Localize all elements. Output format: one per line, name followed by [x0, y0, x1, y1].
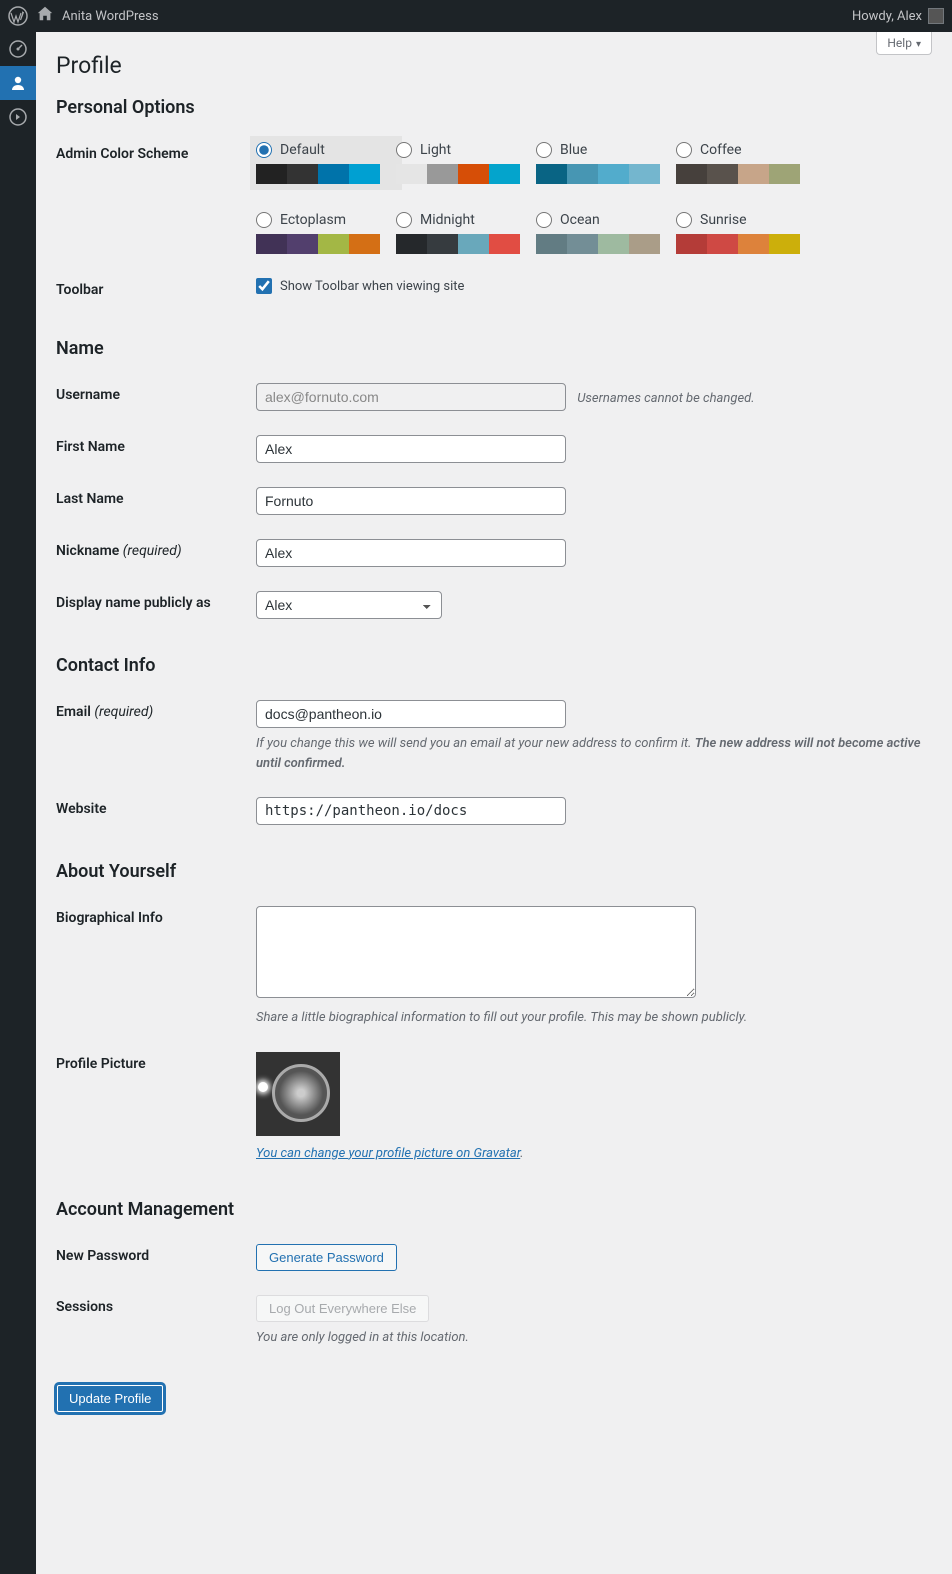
toolbar-checkbox[interactable]	[256, 278, 272, 294]
label-admin-color-scheme: Admin Color Scheme	[56, 130, 256, 266]
lastname-input[interactable]	[256, 487, 566, 515]
label-firstname: First Name	[56, 423, 256, 475]
help-label: Help	[887, 36, 912, 50]
displayname-select[interactable]: Alex	[256, 591, 442, 619]
color-scheme-label: Ocean	[560, 212, 600, 228]
color-swatch	[536, 234, 660, 254]
color-scheme-radio[interactable]	[396, 212, 412, 228]
section-personal-options: Personal Options	[56, 97, 932, 118]
color-swatch	[676, 234, 800, 254]
page-title: Profile	[56, 52, 932, 79]
label-username: Username	[56, 371, 256, 423]
color-scheme-ocean[interactable]: Ocean	[536, 212, 676, 254]
section-contact-info: Contact Info	[56, 655, 932, 676]
color-scheme-label: Light	[420, 142, 451, 158]
bio-textarea[interactable]	[256, 906, 696, 998]
label-displayname: Display name publicly as	[56, 579, 256, 631]
label-website: Website	[56, 785, 256, 837]
color-swatch	[256, 164, 380, 184]
color-scheme-ectoplasm[interactable]: Ectoplasm	[256, 212, 396, 254]
color-scheme-label: Sunrise	[700, 212, 747, 228]
color-scheme-label: Midnight	[420, 212, 475, 228]
color-scheme-label: Blue	[560, 142, 587, 158]
menu-users[interactable]	[0, 66, 36, 100]
email-input[interactable]	[256, 700, 566, 728]
profile-avatar	[256, 1052, 340, 1136]
section-name: Name	[56, 338, 932, 359]
toolbar-checkbox-label: Show Toolbar when viewing site	[280, 279, 464, 294]
label-nickname: Nickname (required)	[56, 527, 256, 579]
nickname-input[interactable]	[256, 539, 566, 567]
section-about-yourself: About Yourself	[56, 861, 932, 882]
color-scheme-radio[interactable]	[536, 212, 552, 228]
color-swatch	[396, 234, 520, 254]
color-swatch	[536, 164, 660, 184]
howdy-link[interactable]: Howdy, Alex	[852, 9, 922, 24]
sessions-note: You are only logged in at this location.	[256, 1328, 922, 1348]
color-scheme-default[interactable]: Default	[250, 136, 402, 190]
color-scheme-sunrise[interactable]: Sunrise	[676, 212, 816, 254]
help-tab[interactable]: Help ▾	[876, 32, 932, 55]
color-scheme-radio[interactable]	[396, 142, 412, 158]
color-scheme-radio[interactable]	[256, 142, 272, 158]
color-scheme-coffee[interactable]: Coffee	[676, 142, 816, 184]
label-sessions: Sessions	[56, 1283, 256, 1360]
generate-password-button[interactable]: Generate Password	[256, 1244, 397, 1271]
chevron-down-icon: ▾	[916, 39, 921, 50]
color-swatch	[396, 164, 520, 184]
home-icon[interactable]	[36, 5, 54, 27]
color-scheme-midnight[interactable]: Midnight	[396, 212, 536, 254]
color-scheme-light[interactable]: Light	[396, 142, 536, 184]
color-swatch	[256, 234, 380, 254]
color-scheme-label: Default	[280, 142, 325, 158]
wordpress-logo-icon[interactable]	[8, 6, 28, 26]
avatar-icon[interactable]	[928, 8, 944, 24]
firstname-input[interactable]	[256, 435, 566, 463]
color-scheme-radio[interactable]	[536, 142, 552, 158]
color-scheme-radio[interactable]	[676, 142, 692, 158]
color-scheme-blue[interactable]: Blue	[536, 142, 676, 184]
color-scheme-radio[interactable]	[676, 212, 692, 228]
update-profile-button[interactable]: Update Profile	[56, 1384, 164, 1413]
logout-everywhere-button: Log Out Everywhere Else	[256, 1295, 429, 1322]
label-lastname: Last Name	[56, 475, 256, 527]
menu-dashboard[interactable]	[0, 32, 36, 66]
menu-collapse[interactable]	[0, 100, 36, 134]
label-email: Email (required)	[56, 688, 256, 785]
username-note: Usernames cannot be changed.	[577, 391, 754, 406]
color-scheme-label: Ectoplasm	[280, 212, 346, 228]
label-profile-picture: Profile Picture	[56, 1040, 256, 1176]
website-input[interactable]	[256, 797, 566, 825]
color-swatch	[676, 164, 800, 184]
gravatar-link[interactable]: You can change your profile picture on G…	[256, 1146, 520, 1161]
bio-note: Share a little biographical information …	[256, 1008, 922, 1028]
username-input	[256, 383, 566, 411]
site-name-link[interactable]: Anita WordPress	[62, 9, 159, 24]
color-scheme-label: Coffee	[700, 142, 742, 158]
label-bio: Biographical Info	[56, 894, 256, 1040]
email-note: If you change this we will send you an e…	[256, 734, 922, 773]
label-toolbar: Toolbar	[56, 266, 256, 314]
section-account-management: Account Management	[56, 1199, 932, 1220]
color-scheme-radio[interactable]	[256, 212, 272, 228]
label-new-password: New Password	[56, 1232, 256, 1283]
